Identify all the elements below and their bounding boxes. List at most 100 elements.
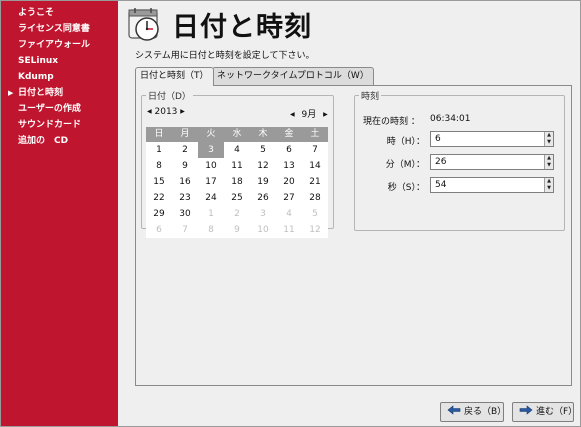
current-time-label: 現在の時刻 ： <box>363 117 420 127</box>
calendar-day[interactable]: 6 <box>276 142 302 158</box>
calendar-day[interactable]: 19 <box>250 174 276 190</box>
calendar-day[interactable]: 26 <box>250 190 276 206</box>
sidebar-item-date-time: ▶ 日付と時刻 <box>1 86 118 101</box>
calendar-day[interactable]: 10 <box>250 222 276 238</box>
year-selector[interactable]: ◀ 2013 ▶ <box>147 107 185 117</box>
calendar-day[interactable]: 18 <box>224 174 250 190</box>
calendar-day[interactable]: 28 <box>302 190 328 206</box>
sidebar-item-sound-card: サウンドカード <box>18 120 82 130</box>
calendar-day[interactable]: 10 <box>198 158 224 174</box>
spin-down-icon[interactable]: ▼ <box>545 139 553 146</box>
calendar-day[interactable]: 9 <box>172 158 198 174</box>
spin-up-icon[interactable]: ▲ <box>545 155 553 162</box>
calendar-week-row: 6 7 8 9 10 11 12 <box>146 222 328 238</box>
calendar-day[interactable]: 3 <box>250 206 276 222</box>
tab-date-time[interactable]: 日付と時刻（T） <box>135 67 214 86</box>
calendar-day[interactable]: 29 <box>146 206 172 222</box>
calendar-day[interactable]: 4 <box>276 206 302 222</box>
calendar-day[interactable]: 16 <box>172 174 198 190</box>
calendar-day[interactable]: 14 <box>302 158 328 174</box>
calendar-day[interactable]: 12 <box>302 222 328 238</box>
calendar-days[interactable]: 1 2 3 4 5 6 7 8 9 10 11 12 13 14 15 16 17 18 19 20 21 22 23 24 2… <box>146 142 328 238</box>
calendar-day[interactable]: 27 <box>276 190 302 206</box>
calendar-day[interactable]: 15 <box>146 174 172 190</box>
sidebar: ようこそ ライセンス同意書 ファイアウォール SELinux Kdump ▶ 日付… <box>1 1 118 426</box>
calendar-day[interactable]: 5 <box>250 142 276 158</box>
calendar-day[interactable]: 11 <box>224 158 250 174</box>
minute-value: 26 <box>435 157 447 167</box>
next-button-label: 進む（F） <box>536 407 578 417</box>
sidebar-item-kdump: Kdump <box>18 72 54 82</box>
prev-month-arrow-icon[interactable]: ◀ <box>290 111 295 118</box>
calendar-day[interactable]: 17 <box>198 174 224 190</box>
weekday-wed: 水 <box>232 129 242 139</box>
time-group: 時刻 現在の時刻 ： 06:34:01 時（H）： 6 ▲ ▼ 分（M）： 26 … <box>354 89 565 231</box>
spin-up-icon[interactable]: ▲ <box>545 178 553 185</box>
date-group-title: 日付（D） <box>146 89 193 102</box>
spin-down-icon[interactable]: ▼ <box>545 185 553 192</box>
calendar-day[interactable]: 11 <box>276 222 302 238</box>
month-selector[interactable]: ◀ 9月 ▶ <box>290 107 328 120</box>
calendar-day[interactable]: 12 <box>250 158 276 174</box>
hour-spinner[interactable]: 6 ▲ ▼ <box>430 131 554 147</box>
main-content: 日付と時刻 システム用に日付と時刻を設定して下さい。 日付と時刻（T） ネットワ… <box>118 1 580 426</box>
weekday-sat: 土 <box>310 129 320 139</box>
calendar-day-selected[interactable]: 3 <box>198 142 224 158</box>
minute-spinner[interactable]: 26 ▲ ▼ <box>430 154 554 170</box>
back-arrow-icon <box>447 405 461 415</box>
calendar-day[interactable]: 13 <box>276 158 302 174</box>
calendar-day[interactable]: 7 <box>172 222 198 238</box>
weekday-thu: 木 <box>258 129 268 139</box>
calendar-day[interactable]: 4 <box>224 142 250 158</box>
second-spinner[interactable]: 54 ▲ ▼ <box>430 177 554 193</box>
calendar-day[interactable]: 7 <box>302 142 328 158</box>
next-month-arrow-icon[interactable]: ▶ <box>323 111 328 118</box>
weekday-sun: 日 <box>154 129 164 139</box>
calendar-day[interactable]: 9 <box>224 222 250 238</box>
second-spin-buttons[interactable]: ▲ ▼ <box>544 178 553 192</box>
page-subtitle: システム用に日付と時刻を設定して下さい。 <box>135 51 315 61</box>
calendar-day[interactable]: 8 <box>146 158 172 174</box>
sidebar-item-license: ライセンス同意書 <box>18 24 90 34</box>
hour-value: 6 <box>435 134 441 144</box>
calendar-day[interactable]: 6 <box>146 222 172 238</box>
calendar-day[interactable]: 8 <box>198 222 224 238</box>
weekday-mon: 月 <box>180 129 190 139</box>
calendar-day[interactable]: 20 <box>276 174 302 190</box>
next-arrow-icon <box>519 405 533 415</box>
calendar-day[interactable]: 24 <box>198 190 224 206</box>
minute-spin-buttons[interactable]: ▲ ▼ <box>544 155 553 169</box>
calendar-day[interactable]: 21 <box>302 174 328 190</box>
sidebar-item-selinux: SELinux <box>18 56 59 66</box>
spin-up-icon[interactable]: ▲ <box>545 132 553 139</box>
calendar-grid[interactable]: 日 月 火 水 木 金 土 1 2 3 4 5 6 7 8 9 10 11 12 13 14 15 16 17 1… <box>146 127 328 238</box>
minute-label: 分（M）： <box>385 160 425 170</box>
tab-panel-date-time: 日付（D） ◀ 2013 ▶ ◀ 9月 ▶ 日 月 火 水 木 金 土 1 2 … <box>135 85 572 386</box>
calendar-day[interactable]: 2 <box>224 206 250 222</box>
sidebar-item-additional-cd: 追加の CD <box>18 136 69 146</box>
calendar-weekday-header: 日 月 火 水 木 金 土 <box>146 127 328 142</box>
sidebar-item-firewall: ファイアウォール <box>18 40 91 50</box>
current-step-arrow-icon: ▶ <box>8 89 14 97</box>
second-value: 54 <box>435 180 447 190</box>
calendar-day[interactable]: 5 <box>302 206 328 222</box>
hour-spin-buttons[interactable]: ▲ ▼ <box>544 132 553 146</box>
tab-ntp[interactable]: ネットワークタイムプロトコル（W） <box>212 67 374 85</box>
sidebar-item-create-user: ユーザーの作成 <box>18 104 81 114</box>
calendar-day[interactable]: 23 <box>172 190 198 206</box>
back-button[interactable]: 戻る（B） <box>440 402 506 422</box>
calendar-day[interactable]: 30 <box>172 206 198 222</box>
calendar-day[interactable]: 1 <box>198 206 224 222</box>
prev-year-arrow-icon[interactable]: ◀ <box>147 108 152 115</box>
time-group-title: 時刻 <box>359 89 382 102</box>
calendar-week-row: 29 30 1 2 3 4 5 <box>146 206 328 222</box>
next-year-arrow-icon[interactable]: ▶ <box>180 108 185 115</box>
spin-down-icon[interactable]: ▼ <box>545 162 553 169</box>
weekday-fri: 金 <box>284 129 294 139</box>
calendar-day[interactable]: 2 <box>172 142 198 158</box>
calendar-day[interactable]: 22 <box>146 190 172 206</box>
calendar-day[interactable]: 1 <box>146 142 172 158</box>
next-button[interactable]: 進む（F） <box>512 402 578 422</box>
calendar-day[interactable]: 25 <box>224 190 250 206</box>
current-time-value: 06:34:01 <box>430 114 471 124</box>
